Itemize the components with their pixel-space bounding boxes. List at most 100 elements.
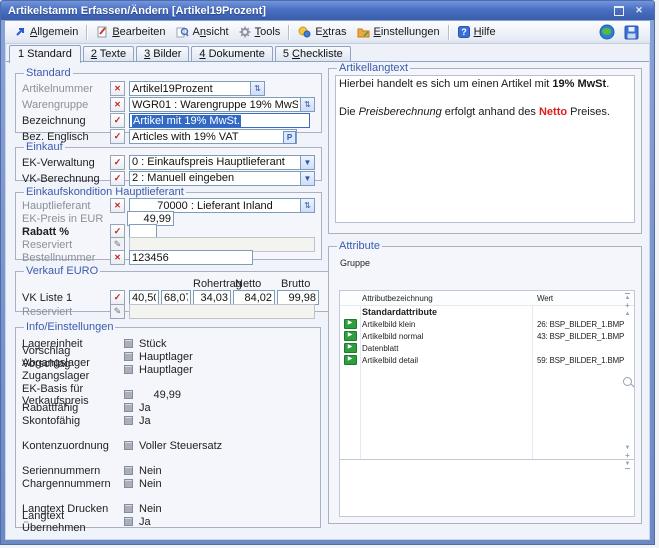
edit-page-icon — [96, 26, 108, 38]
bullet-icon — [124, 517, 133, 526]
scroll-to-bottom-icon[interactable]: ▼ — [625, 460, 631, 469]
hauptlieferant-lookup-button[interactable]: ⇅ — [301, 198, 315, 213]
field-row-bestellnummer: Bestellnummer ✕ — [22, 251, 315, 264]
attribute-row[interactable]: ▶ Artikelbild detail 59: BSP_BILDER_1.BM… — [340, 354, 634, 366]
tab-page-standard: Standard Artikelnummer ✕ ⇅ Warengruppe ✕… — [6, 61, 649, 539]
edited-check-icon: ✓ — [110, 290, 125, 305]
bezeichnung-input[interactable]: Artikel mit 19% MwSt. — [129, 113, 310, 128]
settings-folder-icon — [357, 27, 370, 38]
menu-item-bearbeiten[interactable]: Bearbeiten — [91, 24, 170, 40]
tab-bilder[interactable]: 3 Bilder — [136, 46, 189, 62]
bullet-icon — [124, 352, 133, 361]
bullet-icon — [124, 416, 133, 425]
client-area: Allgemein Bearbeiten Ansicht Tools Extra… — [5, 21, 650, 540]
group-artikellangtext: Artikellangtext Hierbei handelt es sich … — [328, 62, 642, 234]
warengruppe-lookup-button[interactable]: ⇅ — [301, 97, 315, 112]
artikelnummer-lookup-button[interactable]: ⇅ — [251, 81, 265, 96]
vk-preis-1-input[interactable] — [129, 290, 159, 305]
attributbezeichnung-header: Attributbezeichnung — [360, 294, 534, 303]
move-up-icon[interactable]: + — [625, 302, 630, 310]
scroll-up-icon[interactable]: ▲ — [625, 310, 631, 318]
svg-text:?: ? — [461, 27, 467, 37]
window-title: Artikelstamm Erfassen/Ändern [Artikel19P… — [1, 5, 266, 17]
field-row-warengruppe: Warengruppe ✕ ⇅ — [22, 97, 315, 112]
attribute-preview-panel — [339, 459, 635, 517]
vk-netto-input[interactable] — [233, 290, 275, 305]
save-icon[interactable] — [624, 25, 639, 40]
move-down-icon[interactable]: + — [625, 452, 630, 460]
extras-icon — [298, 26, 311, 38]
bez-englisch-input[interactable] — [129, 129, 297, 144]
group-verkauf-title: Verkauf EURO — [24, 265, 100, 277]
vk-brutto-input[interactable] — [277, 290, 319, 305]
close-button[interactable]: ✕ — [632, 4, 646, 17]
vk-reserviert-label: Reserviert — [22, 306, 110, 318]
info-row: Vorschlag ZugangslagerHauptlager — [22, 363, 314, 376]
right-column: Artikellangtext Hierbei handelt es sich … — [328, 62, 642, 524]
vk-liste-label: VK Liste 1 — [22, 292, 110, 304]
group-verkauf: Verkauf EURO Rohertrag Netto Brutto VK L… — [15, 265, 332, 312]
ek-verwaltung-dropdown-button[interactable]: ▼ — [301, 155, 315, 170]
menu-separator — [288, 25, 290, 40]
menu-item-einstellungen[interactable]: Einstellungen — [352, 24, 445, 40]
vk-berechnung-dropdown-button[interactable]: ▼ — [301, 171, 315, 186]
hauptlieferant-label: Hauptlieferant — [22, 200, 110, 212]
vk-rohertrag-input[interactable] — [193, 290, 231, 305]
info-row: KontenzuordnungVoller Steuersatz — [22, 439, 314, 452]
menu-separator — [448, 25, 450, 40]
menu-item-extras[interactable]: Extras — [293, 24, 351, 40]
left-column: Standard Artikelnummer ✕ ⇅ Warengruppe ✕… — [15, 67, 321, 528]
group-info-title: Info/Einstellungen — [24, 321, 115, 333]
vk-reserviert-input — [129, 304, 315, 319]
attribute-image-icon: ▶ — [344, 319, 357, 329]
vk-berechnung-select[interactable]: 2 : Manuell eingeben — [129, 171, 301, 186]
bezeichnung-label: Bezeichnung — [22, 115, 110, 127]
mandatory-x-icon: ✕ — [110, 250, 125, 265]
menu-item-tools[interactable]: Tools — [234, 24, 286, 40]
bullet-icon — [124, 339, 133, 348]
magnifier-icon[interactable] — [623, 377, 632, 386]
menu-item-hilfe[interactable]: ? Hilfe — [453, 24, 501, 40]
toolbar-right — [599, 24, 646, 40]
warengruppe-label: Warengruppe — [22, 99, 110, 111]
attribute-row[interactable]: ▶ Artikelbild klein 26: BSP_BILDER_1.BMP — [340, 318, 634, 330]
field-row-bezeichnung: Bezeichnung ✓ Artikel mit 19% MwSt. — [22, 113, 315, 128]
warengruppe-input[interactable] — [129, 97, 301, 112]
mandatory-x-icon: ✕ — [110, 97, 125, 112]
group-einkauf-title: Einkauf — [24, 141, 65, 153]
tab-texte[interactable]: 2 Texte — [83, 46, 134, 62]
edited-check-icon: ✓ — [110, 113, 125, 128]
close-icon: ✕ — [635, 5, 643, 16]
artikellangtext-editor[interactable]: Hierbei handelt es sich um einen Artikel… — [335, 75, 635, 223]
group-einkaufskondition: Einkaufskondition Hauptlieferant Hauptli… — [15, 186, 322, 260]
reserviert-label: Reserviert — [22, 239, 110, 251]
edited-check-icon: ✓ — [110, 129, 125, 144]
artikelnummer-input[interactable] — [129, 81, 251, 96]
menu-item-allgemein[interactable]: Allgemein — [9, 24, 83, 40]
globe-icon[interactable] — [599, 24, 615, 40]
window-controls: ✕ — [612, 4, 654, 17]
attribute-table: Attributbezeichnung Wert Standardattribu… — [339, 290, 635, 472]
attribute-group-row[interactable]: Standardattribute — [340, 306, 634, 318]
tab-checkliste[interactable]: 5 Checkliste — [275, 46, 351, 62]
rabatt-label: Rabatt % — [22, 226, 110, 238]
bullet-icon — [124, 390, 133, 399]
field-row-ek-verwaltung: EK-Verwaltung ✓ 0 : Einkaufspreis Hauptl… — [22, 155, 315, 170]
attribute-image-icon: ▶ — [344, 343, 357, 353]
restore-button[interactable] — [612, 4, 626, 17]
tab-dokumente[interactable]: 4 Dokumente — [191, 46, 272, 62]
ek-verwaltung-select[interactable]: 0 : Einkaufspreis Hauptlieferant — [129, 155, 301, 170]
attribute-row[interactable]: ▶ Datenblatt — [340, 342, 634, 354]
help-icon: ? — [458, 26, 470, 38]
tab-standard[interactable]: 1 Standard — [9, 45, 81, 63]
group-attribute-title: Attribute — [337, 240, 382, 252]
attribute-nav-rail: ▲ + ▲ ▼ + ▼ — [621, 291, 634, 471]
bestellnummer-input[interactable] — [129, 250, 253, 265]
edited-check-icon: ✓ — [110, 171, 125, 186]
attribute-row[interactable]: ▶ Artikelbild normal 43: BSP_BILDER_1.BM… — [340, 330, 634, 342]
field-row-vk-berechnung: VK-Berechnung ✓ 2 : Manuell eingeben ▼ — [22, 171, 315, 186]
vk-preis-2-input[interactable] — [161, 290, 191, 305]
tab-strip: 1 Standard 2 Texte 3 Bilder 4 Dokumente … — [5, 44, 650, 62]
attribute-image-icon: ▶ — [344, 355, 357, 365]
menu-item-ansicht[interactable]: Ansicht — [171, 24, 234, 40]
